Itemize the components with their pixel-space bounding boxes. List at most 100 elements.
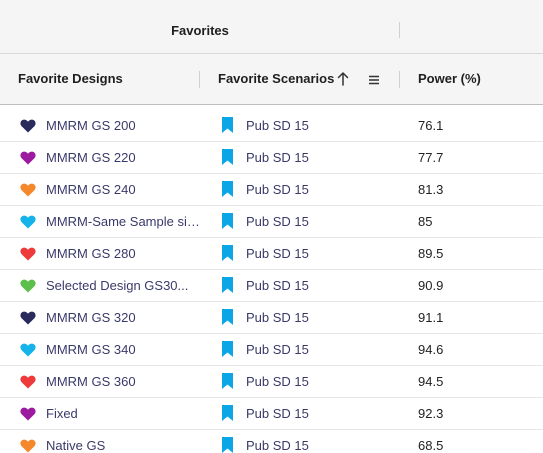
favorite-design-label: MMRM GS 280 — [46, 246, 136, 261]
favorite-design-label: MMRM GS 320 — [46, 310, 136, 325]
favorite-design-cell[interactable]: MMRM GS 240 — [20, 174, 200, 205]
favorite-scenario-label: Pub SD 15 — [246, 406, 309, 421]
favorite-design-label: MMRM GS 200 — [46, 118, 136, 133]
favorite-scenario-cell[interactable]: Pub SD 15 — [220, 206, 395, 237]
favorite-design-cell[interactable]: Fixed — [20, 398, 200, 429]
table-row[interactable]: MMRM GS 220 Pub SD 15 77.7 — [0, 142, 543, 174]
column-resize-handle-scenarios[interactable] — [399, 71, 400, 88]
favorite-design-label: MMRM GS 340 — [46, 342, 136, 357]
favorite-design-cell[interactable]: Selected Design GS30... — [20, 270, 200, 301]
heart-icon — [20, 247, 36, 261]
column-header-favorite-designs[interactable]: Favorite Designs — [18, 54, 123, 105]
table-row[interactable]: Native GS Pub SD 15 68.5 — [0, 430, 543, 453]
favorite-scenario-label: Pub SD 15 — [246, 438, 309, 453]
table-row[interactable]: Selected Design GS30... Pub SD 15 90.9 — [0, 270, 543, 302]
group-header-separator — [399, 22, 400, 38]
bookmark-icon — [222, 341, 233, 357]
favorite-design-label: MMRM-Same Sample size — [46, 214, 200, 229]
favorites-grid: Favorites Favorite Designs Favorite Scen… — [0, 0, 543, 453]
sort-ascending-icon[interactable] — [336, 71, 350, 87]
favorite-scenario-label: Pub SD 15 — [246, 342, 309, 357]
favorite-design-label: MMRM GS 240 — [46, 182, 136, 197]
group-header: Favorites — [0, 0, 543, 54]
bookmark-icon — [222, 149, 233, 165]
heart-icon — [20, 375, 36, 389]
power-value-cell: 77.7 — [418, 150, 444, 165]
favorite-scenario-cell[interactable]: Pub SD 15 — [220, 110, 395, 141]
favorite-scenario-cell[interactable]: Pub SD 15 — [220, 334, 395, 365]
heart-icon — [20, 439, 36, 453]
bookmark-icon — [222, 373, 233, 389]
heart-icon — [20, 343, 36, 357]
favorite-scenario-label: Pub SD 15 — [246, 310, 309, 325]
favorite-scenario-cell[interactable]: Pub SD 15 — [220, 430, 395, 453]
heart-icon — [20, 215, 36, 229]
table-row[interactable]: MMRM GS 200 Pub SD 15 76.1 — [0, 110, 543, 142]
favorite-scenario-label: Pub SD 15 — [246, 118, 309, 133]
table-row[interactable]: MMRM GS 340 Pub SD 15 94.6 — [0, 334, 543, 366]
table-row[interactable]: MMRM GS 240 Pub SD 15 81.3 — [0, 174, 543, 206]
favorite-scenario-cell[interactable]: Pub SD 15 — [220, 238, 395, 269]
column-resize-handle-designs[interactable] — [199, 71, 200, 88]
table-row[interactable]: Fixed Pub SD 15 92.3 — [0, 398, 543, 430]
heart-icon — [20, 119, 36, 133]
favorite-design-cell[interactable]: Native GS — [20, 430, 200, 453]
favorite-design-cell[interactable]: MMRM-Same Sample size — [20, 206, 200, 237]
grid-body: MMRM GS 200 Pub SD 15 76.1 MMRM GS 220 Pub S… — [0, 110, 543, 453]
favorite-design-label: MMRM GS 360 — [46, 374, 136, 389]
heart-icon — [20, 407, 36, 421]
bookmark-icon — [222, 245, 233, 261]
column-header-row: Favorite Designs Favorite Scenarios Powe… — [0, 54, 543, 105]
favorite-scenario-cell[interactable]: Pub SD 15 — [220, 398, 395, 429]
heart-icon — [20, 151, 36, 165]
power-value-cell: 91.1 — [418, 310, 444, 325]
favorite-design-label: MMRM GS 220 — [46, 150, 136, 165]
favorite-design-cell[interactable]: MMRM GS 220 — [20, 142, 200, 173]
power-value-cell: 76.1 — [418, 118, 444, 133]
favorite-design-cell[interactable]: MMRM GS 340 — [20, 334, 200, 365]
favorite-scenario-cell[interactable]: Pub SD 15 — [220, 270, 395, 301]
favorite-scenario-label: Pub SD 15 — [246, 214, 309, 229]
favorite-scenario-label: Pub SD 15 — [246, 150, 309, 165]
favorite-design-label: Selected Design GS30... — [46, 278, 189, 293]
favorite-design-label: Fixed — [46, 406, 78, 421]
bookmark-icon — [222, 309, 233, 325]
heart-icon — [20, 311, 36, 325]
power-value-cell: 94.6 — [418, 342, 444, 357]
bookmark-icon — [222, 437, 233, 453]
bookmark-icon — [222, 277, 233, 293]
table-row[interactable]: MMRM-Same Sample size Pub SD 15 85 — [0, 206, 543, 238]
power-value-cell: 94.5 — [418, 374, 444, 389]
favorite-design-cell[interactable]: MMRM GS 320 — [20, 302, 200, 333]
table-row[interactable]: MMRM GS 360 Pub SD 15 94.5 — [0, 366, 543, 398]
heart-icon — [20, 279, 36, 293]
power-value-cell: 85 — [418, 214, 433, 229]
bookmark-icon — [222, 181, 233, 197]
favorite-scenario-cell[interactable]: Pub SD 15 — [220, 302, 395, 333]
favorite-design-cell[interactable]: MMRM GS 360 — [20, 366, 200, 397]
bookmark-icon — [222, 213, 233, 229]
favorite-design-cell[interactable]: MMRM GS 200 — [20, 110, 200, 141]
favorite-design-label: Native GS — [46, 438, 106, 453]
favorite-scenario-cell[interactable]: Pub SD 15 — [220, 174, 395, 205]
column-header-favorite-scenarios[interactable]: Favorite Scenarios — [218, 54, 334, 105]
column-menu-icon[interactable] — [367, 73, 381, 87]
column-header-power[interactable]: Power (%) — [418, 54, 481, 105]
favorite-design-cell[interactable]: MMRM GS 280 — [20, 238, 200, 269]
favorite-scenario-cell[interactable]: Pub SD 15 — [220, 366, 395, 397]
favorite-scenario-cell[interactable]: Pub SD 15 — [220, 142, 395, 173]
power-value-cell: 90.9 — [418, 278, 444, 293]
power-value-cell: 92.3 — [418, 406, 444, 421]
table-row[interactable]: MMRM GS 280 Pub SD 15 89.5 — [0, 238, 543, 270]
group-header-title: Favorites — [171, 23, 229, 38]
favorite-scenario-label: Pub SD 15 — [246, 182, 309, 197]
favorite-scenario-label: Pub SD 15 — [246, 374, 309, 389]
power-value-cell: 81.3 — [418, 182, 444, 197]
heart-icon — [20, 183, 36, 197]
power-value-cell: 89.5 — [418, 246, 444, 261]
table-row[interactable]: MMRM GS 320 Pub SD 15 91.1 — [0, 302, 543, 334]
favorite-scenario-label: Pub SD 15 — [246, 246, 309, 261]
bookmark-icon — [222, 405, 233, 421]
bookmark-icon — [222, 117, 233, 133]
power-value-cell: 68.5 — [418, 438, 444, 453]
